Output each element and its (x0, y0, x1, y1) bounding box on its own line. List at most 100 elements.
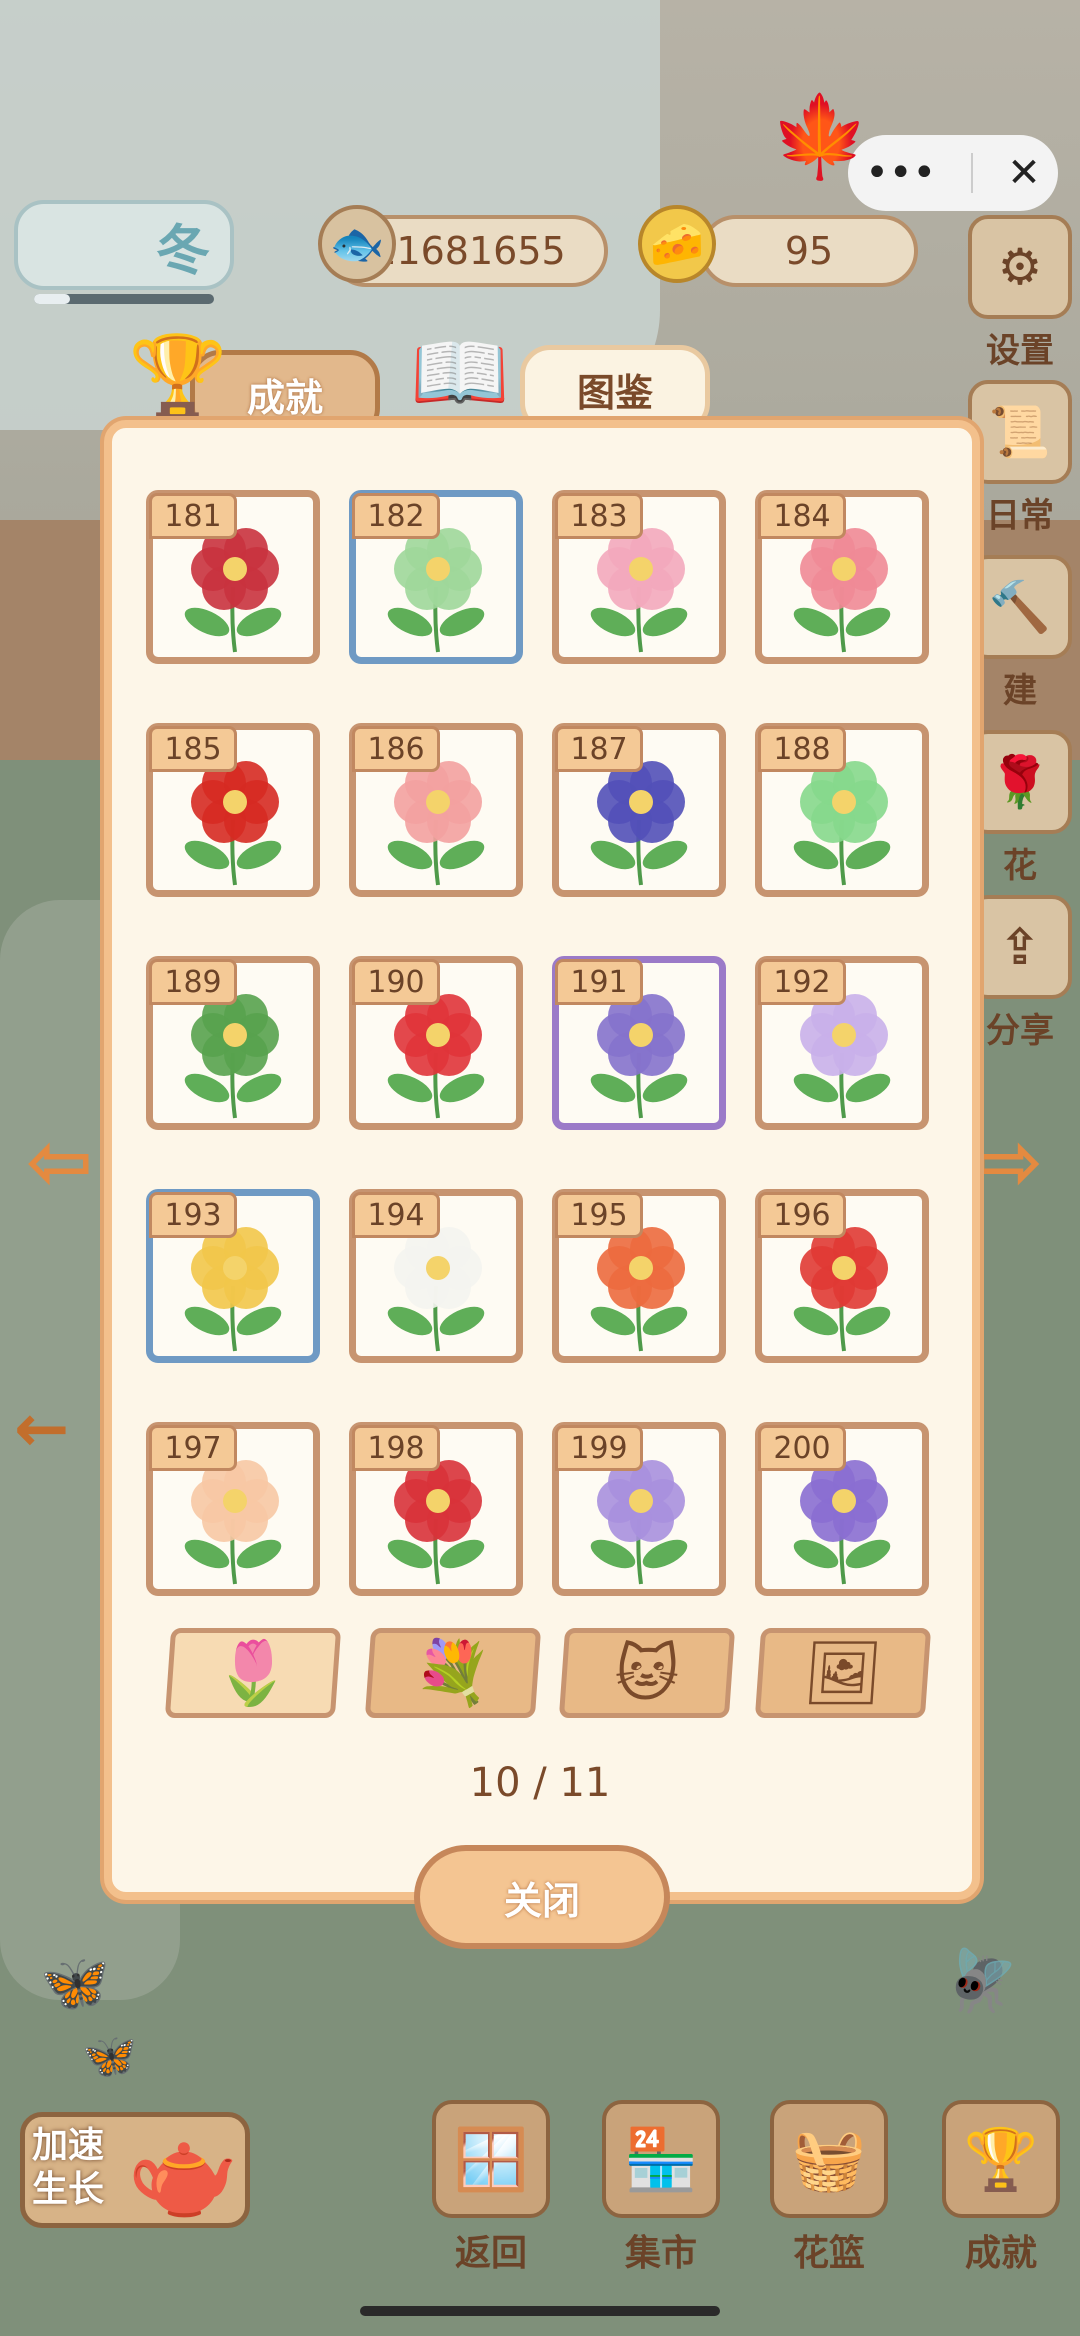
bouquet-icon: 💐 (411, 1636, 495, 1709)
nav-label: 集市 (624, 2233, 697, 2274)
flower-number: 195 (555, 1192, 643, 1238)
flower-card[interactable]: 198 (349, 1422, 523, 1596)
flower-card[interactable]: 188 (755, 723, 929, 897)
flower-card[interactable]: 193 (146, 1189, 320, 1363)
flower-card[interactable]: 190 (349, 956, 523, 1130)
flower-icon: 🌷 (211, 1636, 295, 1709)
back-arrow-icon[interactable]: ← (14, 1390, 69, 1467)
flower-card[interactable]: 196 (755, 1189, 929, 1363)
flower-card[interactable]: 197 (146, 1422, 320, 1596)
nav-item[interactable]: 🏪 集市 (602, 2100, 720, 2276)
flower-card[interactable]: 187 (552, 723, 726, 897)
side-item-label: 分享 (986, 1011, 1054, 1051)
flower-number: 188 (758, 726, 846, 772)
season-progress-fill (34, 294, 70, 304)
nav-item[interactable]: 🏆 成就 (942, 2100, 1060, 2276)
nav-item[interactable]: 🧺 花篮 (770, 2100, 888, 2276)
mini-program-capsule: ••• ✕ (848, 135, 1058, 211)
home-indicator (360, 2306, 720, 2316)
share-icon: ⇪ (968, 895, 1072, 999)
flower-card[interactable]: 195 (552, 1189, 726, 1363)
trophy-icon: 🏆 (942, 2100, 1060, 2218)
flower-number: 197 (149, 1425, 237, 1471)
flower-number: 192 (758, 959, 846, 1005)
flower-number: 196 (758, 1192, 846, 1238)
nav-item[interactable]: 🪟 返回 (432, 2100, 550, 2276)
prev-page-arrow-icon[interactable]: ⇦ (26, 1115, 93, 1208)
nav-label: 返回 (454, 2233, 527, 2274)
flower-card[interactable]: 186 (349, 723, 523, 897)
flower-number: 186 (352, 726, 440, 772)
dragonfly-icon: 🪰 (944, 1946, 1019, 2016)
category-button[interactable]: 🌷 (164, 1628, 342, 1718)
book-icon: 📖 (410, 326, 510, 419)
basket-icon: 🧺 (770, 2100, 888, 2218)
cheese-currency: 95 (700, 215, 918, 287)
season-label: 冬 (156, 218, 210, 282)
flower-number: 189 (149, 959, 237, 1005)
flower-icon: 🌹 (968, 730, 1072, 834)
flower-card[interactable]: 181 (146, 490, 320, 664)
tab-label: 图鉴 (576, 370, 653, 415)
photo-card-icon: 🖼 (801, 1636, 885, 1709)
scroll-icon: 📜 (968, 380, 1072, 484)
market-stall-icon: 🏪 (602, 2100, 720, 2218)
cheese-count: 95 (784, 229, 834, 273)
flower-number: 199 (555, 1425, 643, 1471)
season-indicator[interactable]: 冬 (14, 200, 234, 290)
side-item-label: 设置 (986, 331, 1054, 371)
flower-number: 183 (555, 493, 643, 539)
flower-card[interactable]: 200 (755, 1422, 929, 1596)
category-button[interactable]: 🖼 (754, 1628, 932, 1718)
flower-number: 190 (352, 959, 440, 1005)
side-item-label: 建 (1003, 671, 1037, 711)
close-icon[interactable]: ✕ (1007, 150, 1041, 196)
side-item-daily[interactable]: 📜 日常 (968, 380, 1072, 537)
close-label: 关闭 (503, 1878, 580, 1923)
tab-label: 成就 (246, 375, 323, 420)
flower-card[interactable]: 182 (349, 490, 523, 664)
side-item-label: 日常 (986, 496, 1054, 536)
butterfly-icon: 🦋 (82, 2031, 137, 2082)
hammer-icon: 🔨 (968, 555, 1072, 659)
trophy-icon: 🏆 (128, 330, 228, 423)
flower-card[interactable]: 185 (146, 723, 320, 897)
cheese-icon: 🧀 (638, 205, 716, 283)
flower-card[interactable]: 184 (755, 490, 929, 664)
category-button[interactable]: 🐱 (558, 1628, 736, 1718)
side-item-share[interactable]: ⇪ 分享 (968, 895, 1072, 1052)
maple-leaf-icon: 🍁 (770, 90, 870, 183)
flower-number: 194 (352, 1192, 440, 1238)
nav-label: 花篮 (792, 2233, 865, 2274)
side-item-label: 花 (1003, 846, 1037, 886)
flower-card[interactable]: 199 (552, 1422, 726, 1596)
side-item-flower[interactable]: 🌹 花 (968, 730, 1072, 887)
side-item-settings[interactable]: ⚙ 设置 (968, 215, 1072, 372)
cat-silhouette-icon: 🐱 (612, 1636, 682, 1710)
window-icon: 🪟 (432, 2100, 550, 2218)
flower-number: 187 (555, 726, 643, 772)
butterfly-icon: 🦋 (40, 1951, 110, 2016)
flower-number: 193 (149, 1192, 237, 1238)
flower-number: 181 (149, 493, 237, 539)
flower-number: 182 (352, 493, 440, 539)
fish-count: 11681655 (372, 229, 566, 273)
flower-number: 185 (149, 726, 237, 772)
flower-card[interactable]: 192 (755, 956, 929, 1130)
speed-up-label: 加速生长 (32, 2125, 105, 2210)
category-button[interactable]: 💐 (364, 1628, 542, 1718)
flower-number: 184 (758, 493, 846, 539)
flower-card[interactable]: 191 (552, 956, 726, 1130)
flower-number: 191 (555, 959, 643, 1005)
close-button[interactable]: 关闭 (414, 1845, 670, 1949)
flower-card[interactable]: 189 (146, 956, 320, 1130)
pagination: 10 / 11 (469, 1760, 611, 1806)
capsule-divider (970, 153, 973, 193)
more-icon[interactable]: ••• (865, 150, 936, 196)
side-item-build[interactable]: 🔨 建 (968, 555, 1072, 712)
next-page-arrow-icon[interactable]: ⇨ (976, 1115, 1043, 1208)
flower-number: 200 (758, 1425, 846, 1471)
flower-card[interactable]: 183 (552, 490, 726, 664)
flower-card[interactable]: 194 (349, 1189, 523, 1363)
flower-number: 198 (352, 1425, 440, 1471)
